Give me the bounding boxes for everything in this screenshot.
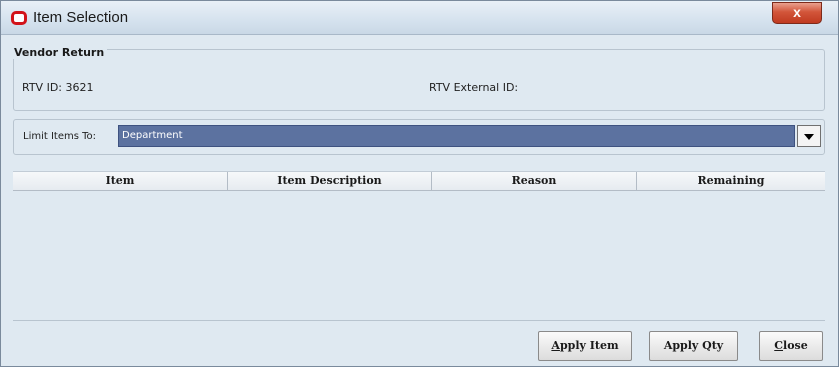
- column-header-remaining[interactable]: Remaining: [637, 172, 825, 190]
- vendor-return-group: [13, 49, 825, 111]
- table-divider: [13, 320, 825, 321]
- chevron-down-icon: [804, 134, 814, 140]
- apply-item-mnemonic: A: [551, 339, 560, 352]
- items-table: Item Item Description Reason Remaining: [13, 171, 825, 321]
- apply-item-button[interactable]: Apply Item: [538, 331, 632, 361]
- item-selection-dialog: Item Selection x Vendor Return RTV ID: 3…: [0, 0, 839, 367]
- close-mnemonic: C: [774, 339, 784, 352]
- limit-items-select[interactable]: Department: [118, 125, 795, 147]
- close-label: lose: [783, 339, 808, 352]
- rtv-external-id-label: RTV External ID:: [429, 81, 519, 94]
- apply-qty-button[interactable]: Apply Qty: [649, 331, 738, 361]
- title-bar[interactable]: Item Selection x: [1, 1, 838, 35]
- close-button[interactable]: Close: [759, 331, 823, 361]
- limit-items-label: Limit Items To:: [23, 131, 97, 142]
- table-header: Item Item Description Reason Remaining: [13, 172, 825, 191]
- rtv-id-label: RTV ID: 3621: [22, 81, 94, 94]
- limit-items-dropdown-button[interactable]: [797, 125, 821, 147]
- window-title: Item Selection: [33, 9, 129, 26]
- apply-item-label: pply Item: [559, 339, 619, 352]
- column-header-item-description[interactable]: Item Description: [228, 172, 432, 190]
- window-close-button[interactable]: x: [772, 2, 822, 24]
- column-header-item[interactable]: Item: [13, 172, 228, 190]
- dialog-content: Vendor Return RTV ID: 3621 RTV External …: [7, 39, 832, 365]
- table-body[interactable]: [13, 191, 825, 320]
- vendor-return-legend: Vendor Return: [11, 46, 108, 59]
- oracle-app-icon: [11, 11, 27, 25]
- column-header-reason[interactable]: Reason: [432, 172, 637, 190]
